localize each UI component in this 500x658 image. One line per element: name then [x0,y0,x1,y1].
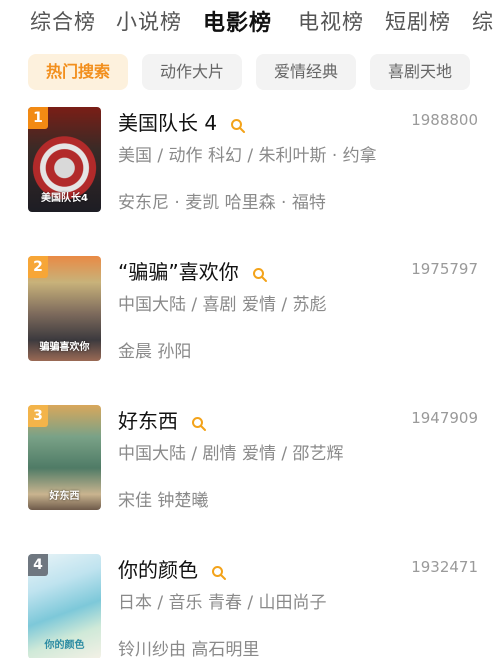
tab-tv[interactable]: 电视榜 [298,6,364,36]
poster-caption: 你的颜色 [44,640,85,651]
title-row: 你的颜色 [118,554,227,582]
movie-cast: 金晨 孙阳 [118,342,192,362]
movie-title[interactable]: 你的颜色 [118,558,198,582]
rank-badge: 2 [28,256,48,278]
tab-short-drama[interactable]: 短剧榜 [385,6,451,36]
rank-badge: 3 [28,405,48,427]
hot-score: 1947909 [411,409,478,427]
title-row: “骗骗”喜欢你 [118,256,268,284]
hot-score: 1932471 [411,558,478,576]
movie-meta: 美国 / 动作 科幻 / 朱利叶斯 · 约拿 [118,146,377,166]
chip-hot-search[interactable]: 热门搜索 [28,54,128,90]
movie-cast: 安东尼 · 麦凯 哈里森 · 福特 [118,193,326,213]
chip-romance[interactable]: 爱情经典 [256,54,356,90]
movie-cast: 宋佳 钟楚曦 [118,491,209,511]
tab-variety[interactable]: 综 [472,6,494,36]
list-item[interactable]: 1 美国队长4 美国队长 4 1988800 美国 / 动作 科幻 / 朱利叶斯… [28,107,478,217]
chip-comedy[interactable]: 喜剧天地 [370,54,470,90]
hot-score: 1975797 [411,260,478,278]
movie-title[interactable]: 美国队长 4 [118,111,217,135]
rank-badge: 4 [28,554,48,576]
poster-caption: 好东西 [49,491,80,502]
movie-poster[interactable]: 2 骗骗喜欢你 [28,256,101,361]
search-icon[interactable] [252,267,268,283]
tab-comprehensive[interactable]: 综合榜 [30,6,96,36]
tab-novel[interactable]: 小说榜 [116,6,182,36]
movie-cast: 铃川纱由 高石明里 [118,640,260,658]
movie-poster[interactable]: 3 好东西 [28,405,101,510]
list-item[interactable]: 3 好东西 好东西 1947909 中国大陆 / 剧情 爱情 / 邵艺辉 宋佳 … [28,405,478,515]
title-row: 美国队长 4 [118,107,246,135]
movie-meta: 中国大陆 / 喜剧 爱情 / 苏彪 [118,295,327,315]
hot-score: 1988800 [411,111,478,129]
category-tabs: 综合榜 小说榜 电影榜 电视榜 短剧榜 综 [0,0,500,44]
movie-poster[interactable]: 1 美国队长4 [28,107,101,212]
rank-badge: 1 [28,107,48,129]
title-row: 好东西 [118,405,207,433]
movie-title[interactable]: “骗骗”喜欢你 [118,260,239,284]
search-icon[interactable] [230,118,246,134]
search-icon[interactable] [191,416,207,432]
list-item[interactable]: 4 你的颜色 你的颜色 1932471 日本 / 音乐 青春 / 山田尚子 铃川… [28,554,478,658]
tab-movie[interactable]: 电影榜 [203,5,272,37]
poster-caption: 骗骗喜欢你 [39,342,90,353]
poster-caption: 美国队长4 [41,193,88,204]
movie-meta: 日本 / 音乐 青春 / 山田尚子 [118,593,327,613]
movie-meta: 中国大陆 / 剧情 爱情 / 邵艺辉 [118,444,344,464]
search-icon[interactable] [211,565,227,581]
list-item[interactable]: 2 骗骗喜欢你 “骗骗”喜欢你 1975797 中国大陆 / 喜剧 爱情 / 苏… [28,256,478,366]
movie-poster[interactable]: 4 你的颜色 [28,554,101,658]
chip-action[interactable]: 动作大片 [142,54,242,90]
movie-title[interactable]: 好东西 [118,409,178,433]
